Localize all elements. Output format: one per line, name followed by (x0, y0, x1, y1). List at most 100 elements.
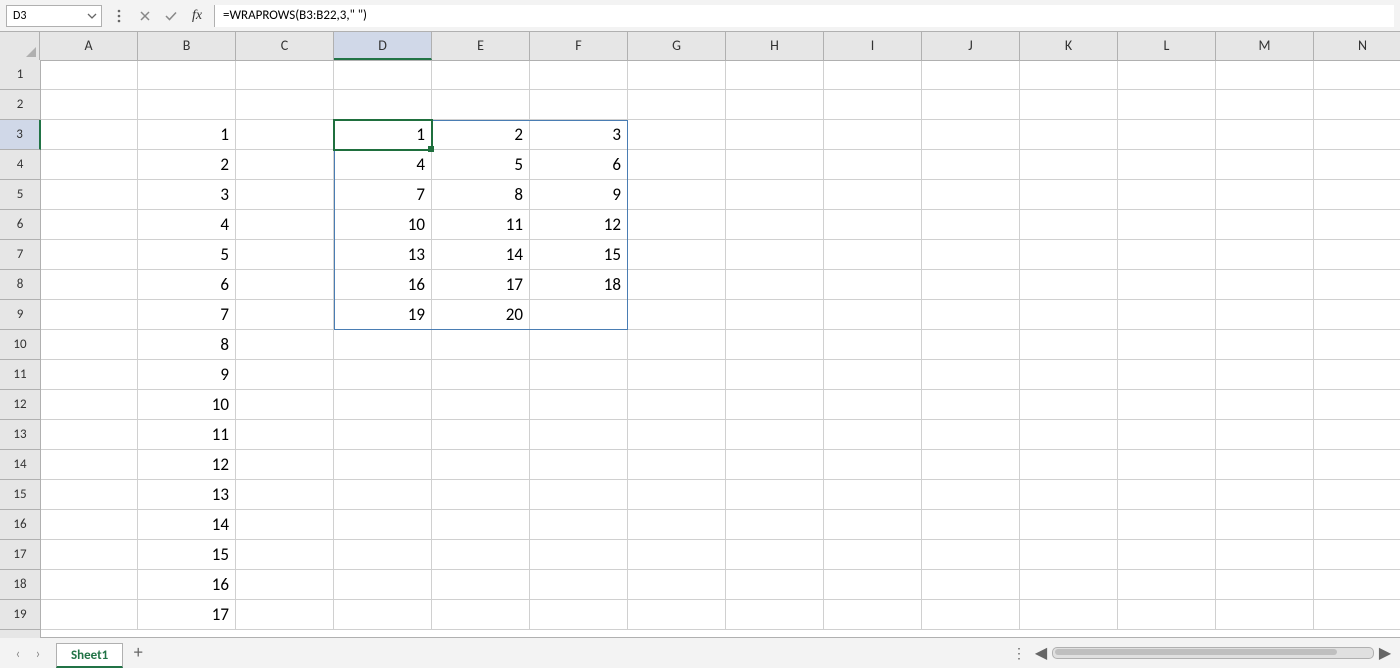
cell-F8[interactable]: 18 (530, 270, 628, 300)
cell-G10[interactable] (628, 330, 726, 360)
cell-A3[interactable] (40, 120, 138, 150)
cell-B16[interactable]: 14 (138, 510, 236, 540)
cell-F5[interactable]: 9 (530, 180, 628, 210)
cell-I2[interactable] (824, 90, 922, 120)
cell-H3[interactable] (726, 120, 824, 150)
cell-M15[interactable] (1216, 480, 1314, 510)
cell-G8[interactable] (628, 270, 726, 300)
cell-B6[interactable]: 4 (138, 210, 236, 240)
cell-C16[interactable] (236, 510, 334, 540)
cell-A19[interactable] (40, 600, 138, 630)
cell-J17[interactable] (922, 540, 1020, 570)
cell-A4[interactable] (40, 150, 138, 180)
cell-M10[interactable] (1216, 330, 1314, 360)
cell-K15[interactable] (1020, 480, 1118, 510)
menu-dots-icon[interactable] (110, 7, 128, 25)
cell-N13[interactable] (1314, 420, 1400, 450)
cell-N11[interactable] (1314, 360, 1400, 390)
column-header-C[interactable]: C (236, 32, 334, 60)
cell-I6[interactable] (824, 210, 922, 240)
cell-E13[interactable] (432, 420, 530, 450)
cell-G6[interactable] (628, 210, 726, 240)
cell-E15[interactable] (432, 480, 530, 510)
cell-H4[interactable] (726, 150, 824, 180)
cell-D3[interactable]: 1 (334, 120, 432, 150)
cell-A11[interactable] (40, 360, 138, 390)
cell-M6[interactable] (1216, 210, 1314, 240)
cell-F3[interactable]: 3 (530, 120, 628, 150)
cell-F6[interactable]: 12 (530, 210, 628, 240)
cell-grid[interactable]: 1123245637894101112513141561617187192089… (40, 60, 1400, 638)
cell-H18[interactable] (726, 570, 824, 600)
scroll-right-arrow[interactable]: ▶ (1378, 643, 1392, 663)
cell-H16[interactable] (726, 510, 824, 540)
cell-L11[interactable] (1118, 360, 1216, 390)
cell-I16[interactable] (824, 510, 922, 540)
sheet-nav-next[interactable]: › (28, 645, 48, 662)
cell-J13[interactable] (922, 420, 1020, 450)
cell-K7[interactable] (1020, 240, 1118, 270)
cell-I11[interactable] (824, 360, 922, 390)
cell-L14[interactable] (1118, 450, 1216, 480)
cell-N12[interactable] (1314, 390, 1400, 420)
cell-H9[interactable] (726, 300, 824, 330)
cell-A5[interactable] (40, 180, 138, 210)
cell-D17[interactable] (334, 540, 432, 570)
cell-F10[interactable] (530, 330, 628, 360)
cell-H6[interactable] (726, 210, 824, 240)
scroll-left-arrow[interactable]: ◀ (1034, 643, 1048, 663)
cell-J15[interactable] (922, 480, 1020, 510)
cell-A12[interactable] (40, 390, 138, 420)
cell-L19[interactable] (1118, 600, 1216, 630)
cell-M19[interactable] (1216, 600, 1314, 630)
cell-L15[interactable] (1118, 480, 1216, 510)
cell-N3[interactable] (1314, 120, 1400, 150)
cell-B3[interactable]: 1 (138, 120, 236, 150)
cell-D12[interactable] (334, 390, 432, 420)
row-header-4[interactable]: 4 (0, 150, 40, 180)
cell-B18[interactable]: 16 (138, 570, 236, 600)
cell-N18[interactable] (1314, 570, 1400, 600)
cell-I9[interactable] (824, 300, 922, 330)
row-header-10[interactable]: 10 (0, 330, 40, 360)
cell-N16[interactable] (1314, 510, 1400, 540)
cell-N7[interactable] (1314, 240, 1400, 270)
row-header-1[interactable]: 1 (0, 60, 40, 90)
cell-E7[interactable]: 14 (432, 240, 530, 270)
cell-E18[interactable] (432, 570, 530, 600)
cell-F14[interactable] (530, 450, 628, 480)
formula-input[interactable] (214, 5, 1394, 27)
cell-E3[interactable]: 2 (432, 120, 530, 150)
cell-I14[interactable] (824, 450, 922, 480)
cell-M13[interactable] (1216, 420, 1314, 450)
cell-B14[interactable]: 12 (138, 450, 236, 480)
cell-B19[interactable]: 17 (138, 600, 236, 630)
cell-D18[interactable] (334, 570, 432, 600)
cell-I8[interactable] (824, 270, 922, 300)
cell-C1[interactable] (236, 60, 334, 90)
cell-B5[interactable]: 3 (138, 180, 236, 210)
cell-K18[interactable] (1020, 570, 1118, 600)
cell-I18[interactable] (824, 570, 922, 600)
cell-J16[interactable] (922, 510, 1020, 540)
cell-E5[interactable]: 8 (432, 180, 530, 210)
cell-C2[interactable] (236, 90, 334, 120)
cell-I3[interactable] (824, 120, 922, 150)
cell-A9[interactable] (40, 300, 138, 330)
cell-L2[interactable] (1118, 90, 1216, 120)
fx-icon[interactable]: fx (188, 7, 206, 25)
cell-E12[interactable] (432, 390, 530, 420)
cell-C3[interactable] (236, 120, 334, 150)
cell-M8[interactable] (1216, 270, 1314, 300)
cell-N1[interactable] (1314, 60, 1400, 90)
cell-K19[interactable] (1020, 600, 1118, 630)
cell-F2[interactable] (530, 90, 628, 120)
cell-M9[interactable] (1216, 300, 1314, 330)
cell-I4[interactable] (824, 150, 922, 180)
cell-F7[interactable]: 15 (530, 240, 628, 270)
cell-L17[interactable] (1118, 540, 1216, 570)
cell-E8[interactable]: 17 (432, 270, 530, 300)
cell-F17[interactable] (530, 540, 628, 570)
cell-N8[interactable] (1314, 270, 1400, 300)
row-header-17[interactable]: 17 (0, 540, 40, 570)
